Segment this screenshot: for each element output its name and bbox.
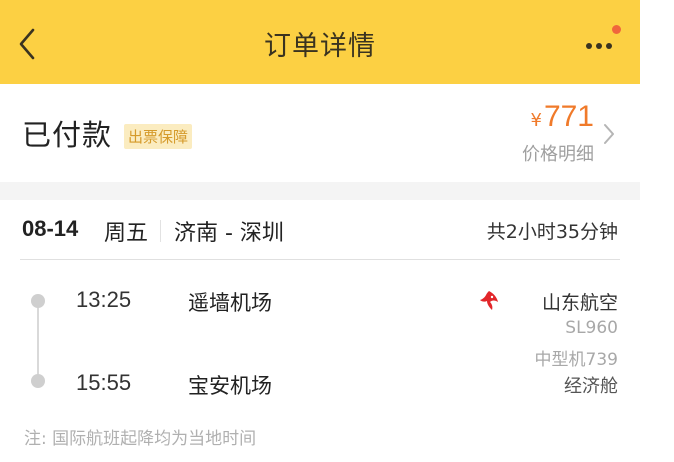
- arrival-time: 15:55: [76, 370, 132, 395]
- divider: [20, 259, 620, 260]
- flight-number: SL960: [565, 318, 618, 338]
- aircraft-type: 中型机739: [534, 350, 618, 370]
- flight-weekday: 周五: [104, 221, 149, 246]
- flight-summary: 08-14 周五 济南 - 深圳 共2小时35分钟: [0, 200, 640, 260]
- cabin-class: 经济舱: [564, 376, 618, 397]
- departure-airport: 遥墙机场: [188, 291, 272, 315]
- timeline-line: [37, 300, 39, 382]
- price[interactable]: ¥771: [530, 100, 594, 134]
- airline-logo-icon: [480, 291, 498, 310]
- price-value: 771: [543, 100, 594, 133]
- flight-date: 08-14: [22, 216, 79, 241]
- airline-name: 山东航空: [541, 292, 618, 314]
- arrival-dot: [31, 374, 45, 388]
- payment-status: 已付款: [22, 118, 113, 152]
- flight-route: 济南 - 深圳: [174, 221, 284, 246]
- ticket-guarantee-badge: 出票保障: [124, 124, 193, 149]
- page-title: 订单详情: [264, 31, 376, 62]
- arrival-airport: 宝安机场: [188, 374, 272, 398]
- flight-duration: 共2小时35分钟: [486, 221, 618, 243]
- more-dot: [606, 43, 612, 49]
- header-bar: 订单详情: [0, 0, 640, 84]
- divider: [160, 220, 161, 242]
- notification-dot: [612, 25, 621, 34]
- departure-dot: [31, 294, 45, 308]
- more-dot: [596, 43, 602, 49]
- timezone-note: 注: 国际航班起降均为当地时间: [24, 429, 257, 449]
- payment-status-section: 已付款 出票保障 ¥771 价格明细: [0, 84, 640, 182]
- more-dot: [586, 43, 592, 49]
- price-detail-link[interactable]: 价格明细: [522, 140, 594, 166]
- more-dots-icon[interactable]: [582, 25, 621, 58]
- price-currency: ¥: [530, 110, 542, 131]
- departure-time: 13:25: [76, 287, 132, 312]
- chevron-right-icon[interactable]: [602, 122, 616, 146]
- section-divider: [0, 182, 640, 200]
- order-detail-page: 订单详情 已付款 出票保障 ¥771 价格明细 08-14 周五 济南 - 深圳…: [0, 0, 640, 462]
